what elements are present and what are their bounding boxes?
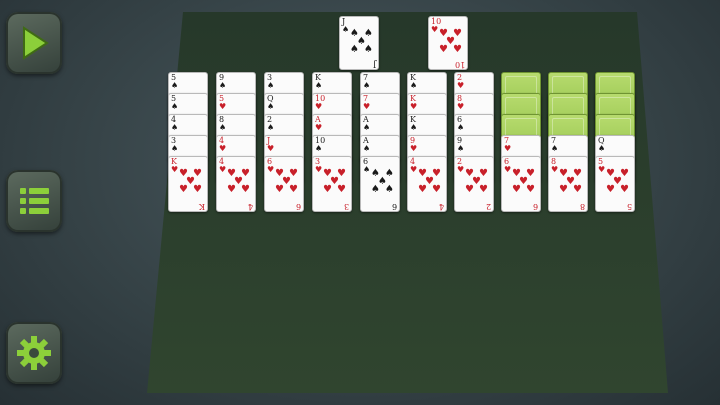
card-suit: ♠ <box>267 81 275 90</box>
card-suit: ♥ <box>363 102 371 111</box>
card-rank-corner: 8 <box>579 202 585 211</box>
card-suit: ♠ <box>363 144 371 153</box>
card-rank-corner: 10 <box>454 60 465 69</box>
foundation-card[interactable]: J ♠ J ♠ ♠ ♠ ♠ ♠ <box>339 16 379 70</box>
playing-card[interactable]: 4 ♥ 4 ♥ ♥ ♥ ♥ ♥ <box>216 156 256 212</box>
playing-card[interactable]: 3 ♥ 3 ♥ ♥ ♥ ♥ ♥ <box>312 156 352 212</box>
card-pip: ♠ <box>378 176 387 187</box>
card-rank-corner: 6 <box>532 202 538 211</box>
card-suit: ♠ <box>410 123 418 132</box>
playing-card[interactable]: 6 ♠ 6 ♠ ♠ ♠ ♠ ♠ <box>360 156 400 212</box>
card-suit: ♥ <box>504 144 512 153</box>
card-pip: ♥ <box>282 176 291 187</box>
play-button[interactable] <box>6 12 62 74</box>
card-suit: ♠ <box>267 102 275 111</box>
menu-list-icon <box>20 188 49 214</box>
card-suit: ♠ <box>171 123 179 132</box>
card-suit: ♠ <box>457 144 465 153</box>
card-rank-corner: 5 <box>626 202 632 211</box>
card-rank-corner: 2 <box>485 202 491 211</box>
card-suit: ♥ <box>457 81 465 90</box>
card-suit: ♠ <box>267 123 275 132</box>
play-icon <box>23 26 49 60</box>
card-suit: ♠ <box>315 144 323 153</box>
card-pip: ♥ <box>234 176 243 187</box>
card-suit: ♥ <box>410 102 418 111</box>
playing-card[interactable]: 5 ♥ 5 ♥ ♥ ♥ ♥ ♥ <box>595 156 635 212</box>
card-rank-corner: 6 <box>295 202 301 211</box>
playing-card[interactable]: 2 ♥ 2 ♥ ♥ ♥ ♥ ♥ <box>454 156 494 212</box>
card-suit: ♠ <box>219 123 227 132</box>
card-suit: ♠ <box>410 81 418 90</box>
card-suit: ♠ <box>598 144 606 153</box>
card-suit: ♠ <box>219 81 227 90</box>
card-suit: ♥ <box>410 144 418 153</box>
card-suit: ♥ <box>315 165 323 174</box>
card-rank-corner: 4 <box>247 202 253 211</box>
card-rank-corner: K <box>199 202 205 211</box>
playing-card[interactable]: 6 ♥ 6 ♥ ♥ ♥ ♥ ♥ <box>264 156 304 212</box>
card-pip: ♥ <box>472 176 481 187</box>
card-suit: ♥ <box>171 165 179 174</box>
card-pip: ♥ <box>519 176 528 187</box>
card-rank-corner: 6 <box>391 202 397 211</box>
card-pip: ♥ <box>330 176 339 187</box>
card-suit: ♥ <box>219 165 227 174</box>
card-suit: ♥ <box>598 165 606 174</box>
card-suit: ♥ <box>219 102 227 111</box>
playing-card[interactable]: 4 ♥ 4 ♥ ♥ ♥ ♥ ♥ <box>407 156 447 212</box>
card-suit: ♠ <box>363 81 371 90</box>
card-suit: ♥ <box>457 165 465 174</box>
card-suit: ♠ <box>171 81 179 90</box>
card-suit: ♠ <box>315 81 323 90</box>
card-suit: ♠ <box>363 165 371 174</box>
card-rank-corner: 4 <box>438 202 444 211</box>
card-pip: ♥ <box>566 176 575 187</box>
card-suit: ♠ <box>171 144 179 153</box>
card-pip: ♠ <box>357 36 366 47</box>
card-suit: ♥ <box>315 102 323 111</box>
card-suit: ♠ <box>342 25 350 34</box>
card-suit: ♥ <box>431 25 439 34</box>
card-suit: ♥ <box>267 144 275 153</box>
playing-card[interactable]: 8 ♥ 8 ♥ ♥ ♥ ♥ ♥ <box>548 156 588 212</box>
card-suit: ♥ <box>457 102 465 111</box>
card-rank-corner: 3 <box>343 202 349 211</box>
card-suit: ♠ <box>363 123 371 132</box>
card-suit: ♥ <box>219 144 227 153</box>
menu-button[interactable] <box>6 170 62 232</box>
card-suit: ♠ <box>171 102 179 111</box>
card-pip: ♥ <box>613 176 622 187</box>
playing-card[interactable]: 6 ♥ 6 ♥ ♥ ♥ ♥ ♥ <box>501 156 541 212</box>
playing-card[interactable]: K ♥ K ♥ ♥ ♥ ♥ ♥ <box>168 156 208 212</box>
card-suit: ♥ <box>410 165 418 174</box>
settings-button[interactable] <box>6 322 62 384</box>
card-rank-corner: J <box>372 60 376 69</box>
card-suit: ♠ <box>551 144 559 153</box>
foundation-card[interactable]: 10 ♥ 10 ♥ ♥ ♥ ♥ ♥ <box>428 16 468 70</box>
card-pip: ♥ <box>425 176 434 187</box>
card-pip: ♥ <box>446 36 455 47</box>
card-suit: ♥ <box>267 165 275 174</box>
gear-icon <box>17 336 51 370</box>
card-pip: ♥ <box>186 176 195 187</box>
card-suit: ♥ <box>504 165 512 174</box>
card-suit: ♥ <box>315 123 323 132</box>
card-suit: ♥ <box>551 165 559 174</box>
card-suit: ♠ <box>457 123 465 132</box>
